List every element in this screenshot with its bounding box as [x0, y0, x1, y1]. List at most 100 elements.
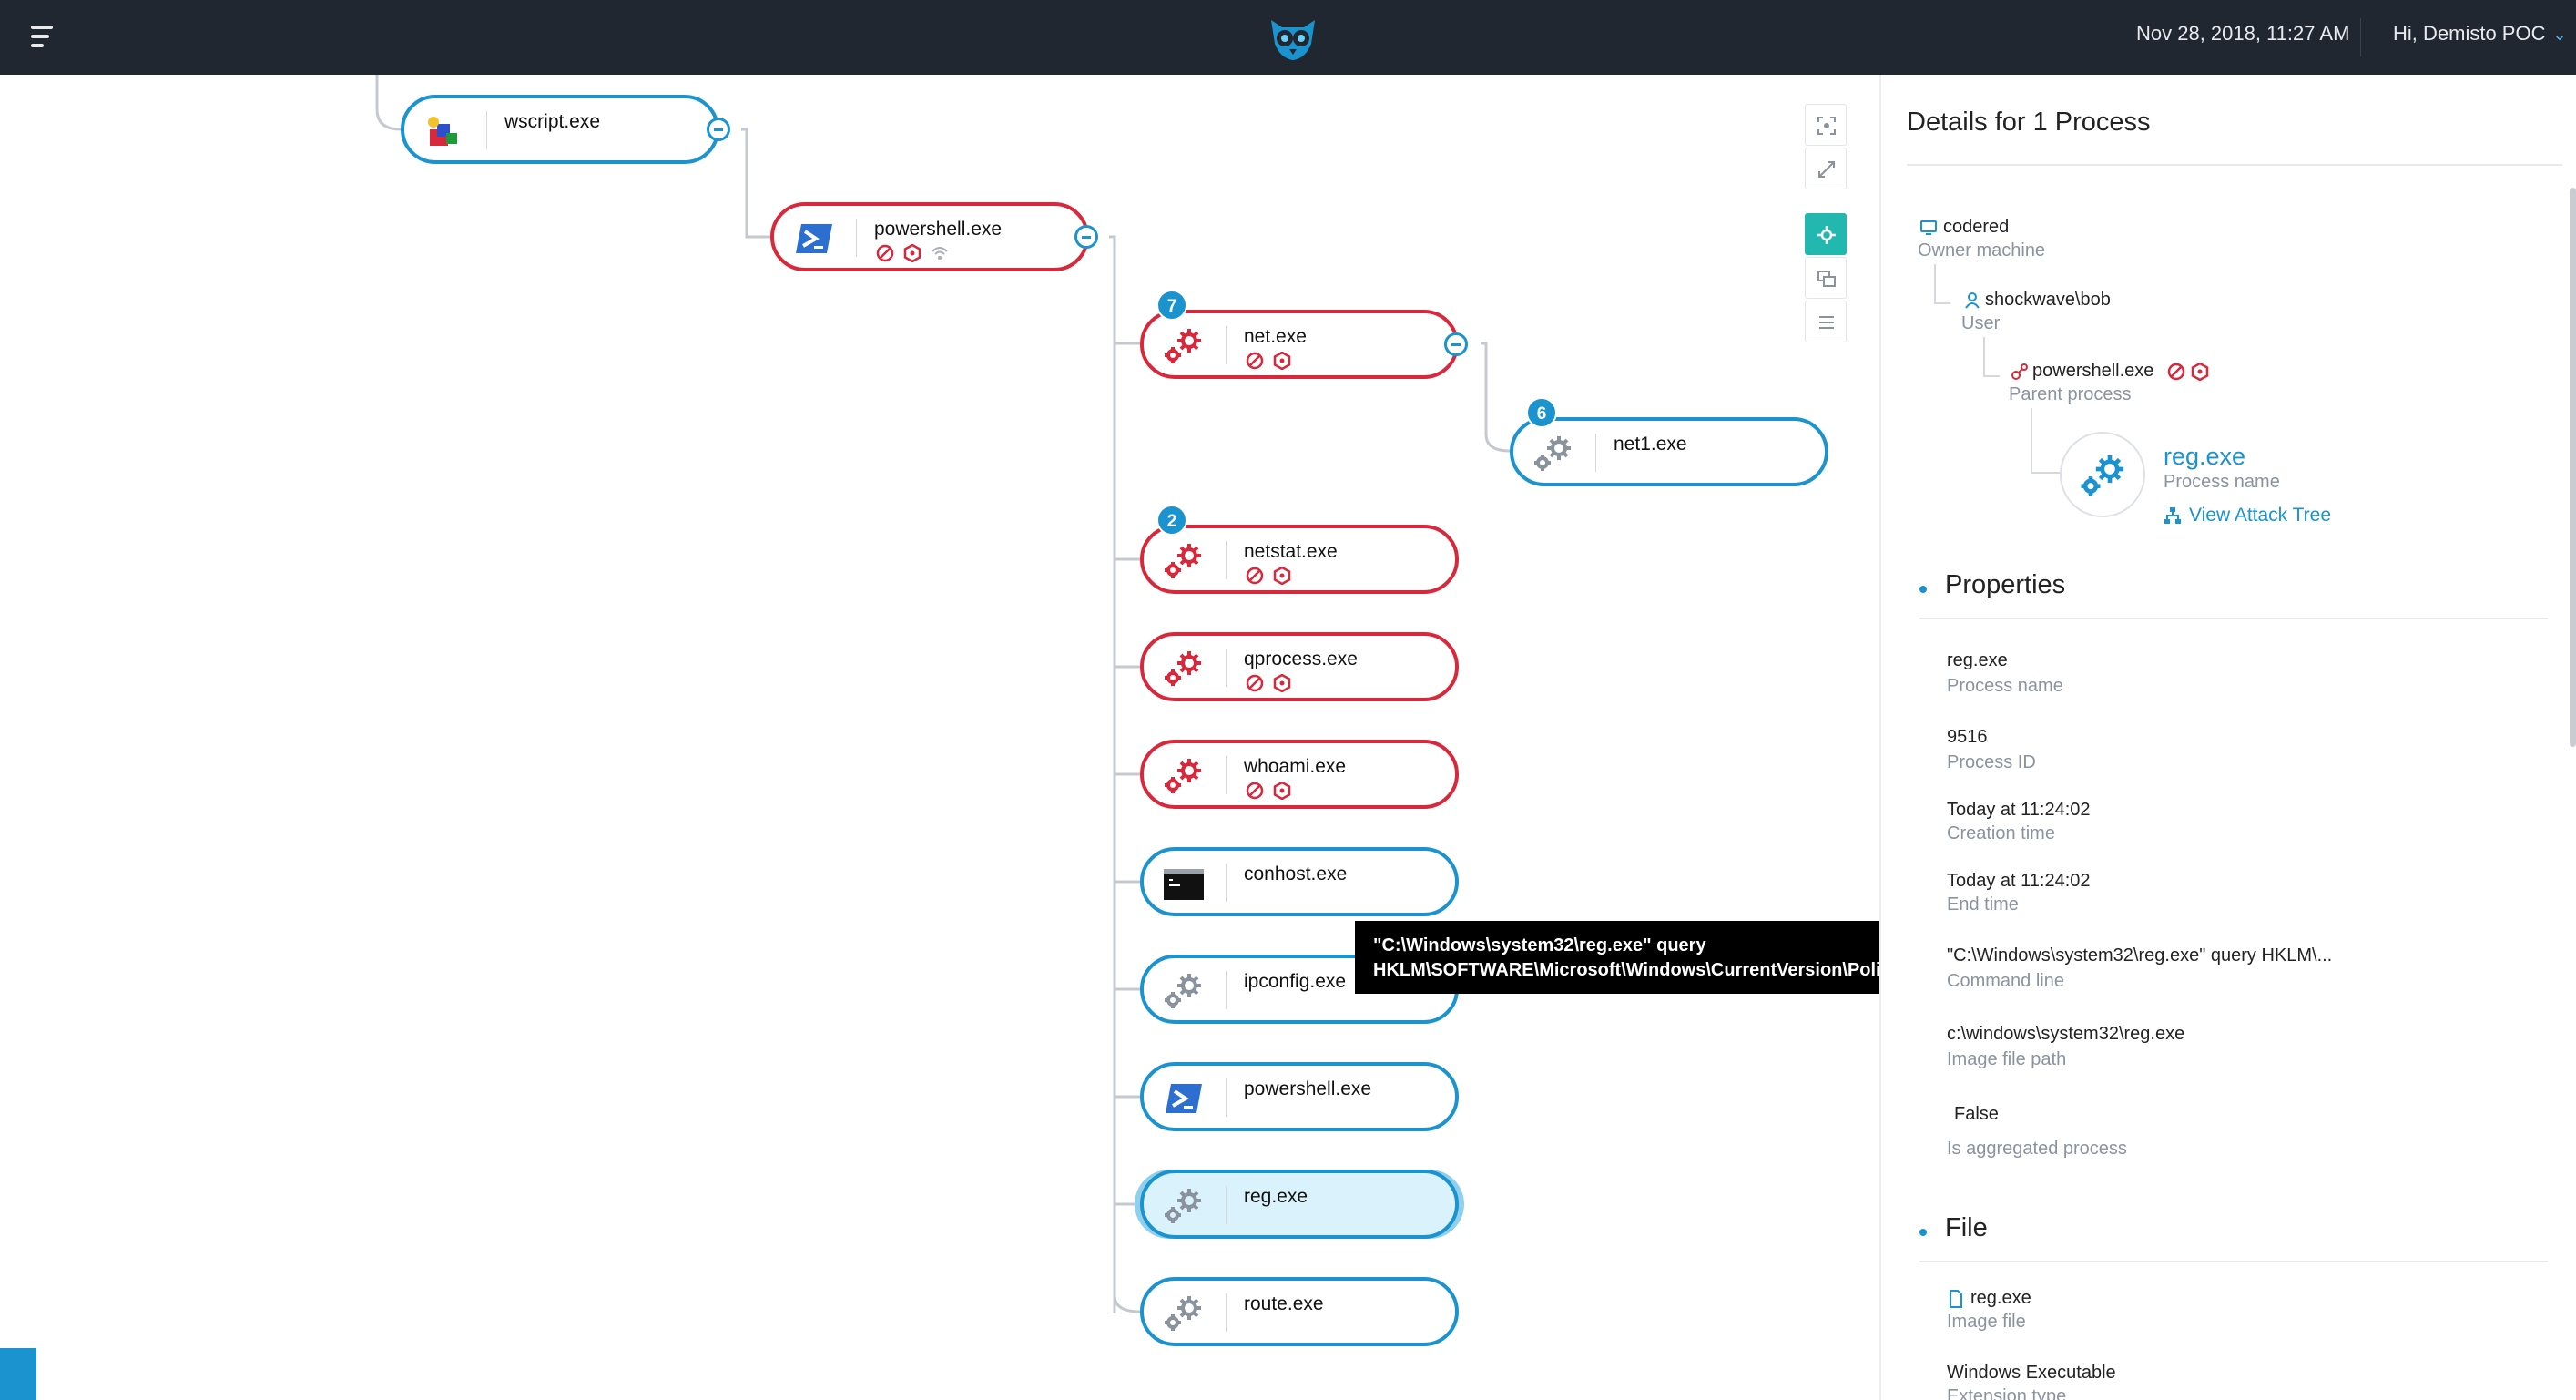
- hierarchy-line: [2031, 472, 2060, 474]
- property-label: End time: [1947, 894, 2019, 915]
- process-name: ipconfig.exe: [1244, 971, 1347, 992]
- gear-icon: [1165, 544, 1201, 578]
- process-name: wscript.exe: [504, 111, 601, 132]
- network-icon: [932, 247, 948, 260]
- user-menu[interactable]: Hi, Demisto POC ⌄: [2393, 22, 2567, 46]
- process-name: reg.exe: [1244, 1186, 1308, 1207]
- section-bullet: [1919, 1229, 1927, 1236]
- owner-machine-value: codered: [1943, 217, 2010, 237]
- console-icon: [1164, 869, 1204, 900]
- process-name: powershell.exe: [1244, 1078, 1372, 1099]
- process-name: net1.exe: [1614, 434, 1687, 455]
- view-attack-tree-link[interactable]: View Attack Tree: [2189, 505, 2331, 526]
- collapse-wscript-button[interactable]: [707, 118, 730, 141]
- file-label: Extension type: [1947, 1386, 2067, 1400]
- settings-icon: [1817, 226, 1836, 244]
- attack-tree-icon: [2164, 507, 2181, 524]
- process-tree-canvas[interactable]: wscript.exe powershell.exe net.exe 7 net…: [0, 75, 1879, 1400]
- process-node-reg[interactable]: reg.exe: [1140, 1170, 1459, 1239]
- process-node-powershell-child[interactable]: powershell.exe: [1140, 1062, 1459, 1131]
- process-name: qprocess.exe: [1244, 649, 1358, 669]
- command-line-value[interactable]: "C:\Windows\system32\reg.exe" query HKLM…: [1947, 945, 2332, 966]
- properties-title[interactable]: Properties: [1945, 570, 2065, 600]
- hierarchy-line: [1983, 337, 1985, 377]
- layers-button[interactable]: [1805, 257, 1847, 299]
- process-node-qprocess[interactable]: qprocess.exe: [1140, 632, 1459, 701]
- suspicion-icon: [1246, 782, 1264, 800]
- owl-logo-icon[interactable]: [1266, 13, 1320, 64]
- collapse-powershell-button[interactable]: [1074, 225, 1098, 249]
- gear-icon: [1165, 1296, 1201, 1331]
- gear-icon: [1165, 329, 1201, 363]
- hexagon-alert-icon: [1273, 674, 1291, 692]
- file-icon: [1950, 1290, 1962, 1308]
- hexagon-alert-icon: [2191, 363, 2209, 381]
- gear-icon: [1165, 1189, 1201, 1223]
- process-node-powershell[interactable]: powershell.exe: [770, 202, 1089, 271]
- topbar-divider: [2360, 18, 2361, 56]
- hexagon-alert-icon: [903, 244, 921, 262]
- panel-scrollbar[interactable]: [2570, 188, 2576, 747]
- process-node-net[interactable]: net.exe: [1140, 310, 1459, 379]
- focus-button[interactable]: [1805, 104, 1847, 146]
- computer-icon: [1920, 220, 1937, 235]
- parent-process-value: powershell.exe: [2032, 361, 2154, 381]
- command-line-tooltip: "C:\Windows\system32\reg.exe" query HKLM…: [1355, 921, 1986, 994]
- property-value: False: [1954, 1104, 1999, 1124]
- process-avatar: [2060, 432, 2145, 517]
- process-name-label: Process name: [2164, 472, 2280, 492]
- expand-icon: [1818, 161, 1835, 178]
- property-value: Today at 11:24:02: [1947, 800, 2091, 820]
- suspicion-icon: [2167, 363, 2185, 381]
- feedback-tab[interactable]: [0, 1348, 36, 1400]
- file-title[interactable]: File: [1945, 1213, 1988, 1243]
- process-name: conhost.exe: [1244, 864, 1348, 884]
- hexagon-alert-icon: [1273, 567, 1291, 585]
- process-node-whoami[interactable]: whoami.exe: [1140, 740, 1459, 809]
- process-name: net.exe: [1244, 326, 1307, 347]
- property-label: Creation time: [1947, 823, 2055, 843]
- file-value: Windows Executable: [1947, 1363, 2116, 1383]
- suspicion-icon: [1246, 352, 1264, 370]
- process-name-link[interactable]: reg.exe: [2164, 443, 2245, 471]
- child-count-badge: 2: [1156, 505, 1187, 536]
- powershell-icon: [1166, 1084, 1202, 1113]
- property-value: Today at 11:24:02: [1947, 871, 2091, 891]
- details-panel: Details for 1 Process codered Owner mach…: [1879, 75, 2576, 1400]
- process-node-route[interactable]: route.exe: [1140, 1277, 1459, 1346]
- property-label: Process name: [1947, 676, 2063, 696]
- expand-button[interactable]: [1805, 148, 1847, 189]
- property-label: Image file path: [1947, 1049, 2067, 1069]
- user-value: shockwave\bob: [1985, 290, 2111, 310]
- current-datetime: Nov 28, 2018, 11:27 AM: [2136, 22, 2350, 45]
- focus-icon: [1817, 117, 1836, 135]
- user-label: User: [1961, 313, 2001, 333]
- gear-icon: [1534, 436, 1571, 471]
- process-node-net1[interactable]: net1.exe: [1510, 417, 1828, 486]
- layers-icon: [1817, 271, 1836, 287]
- process-name: route.exe: [1244, 1293, 1324, 1314]
- property-label: Process ID: [1947, 752, 2036, 772]
- child-count-badge: 7: [1156, 290, 1187, 321]
- property-label: Command line: [1947, 971, 2064, 991]
- hierarchy-line: [1983, 375, 2000, 377]
- process-name: netstat.exe: [1244, 541, 1338, 562]
- hamburger-menu-icon[interactable]: [27, 22, 64, 53]
- parent-process-label: Parent process: [2009, 384, 2132, 404]
- process-node-conhost[interactable]: conhost.exe: [1140, 847, 1459, 916]
- chevron-down-icon: ⌄: [2552, 26, 2567, 44]
- process-node-netstat[interactable]: netstat.exe: [1140, 525, 1459, 594]
- section-bullet: [1919, 586, 1927, 593]
- hexagon-alert-icon: [1273, 352, 1291, 370]
- details-title: Details for 1 Process: [1907, 107, 2151, 137]
- suspicion-icon: [1246, 674, 1264, 692]
- settings-button[interactable]: [1805, 213, 1847, 255]
- file-label: Image file: [1947, 1312, 2026, 1332]
- collapse-net-button[interactable]: [1444, 332, 1468, 356]
- user-greeting: Hi, Demisto POC: [2393, 22, 2546, 45]
- property-value: c:\windows\system32\reg.exe: [1947, 1024, 2185, 1044]
- suspicion-icon: [876, 244, 894, 262]
- list-button[interactable]: [1805, 301, 1847, 342]
- gear-icon: [1165, 974, 1201, 1008]
- process-node-wscript[interactable]: wscript.exe: [401, 95, 719, 164]
